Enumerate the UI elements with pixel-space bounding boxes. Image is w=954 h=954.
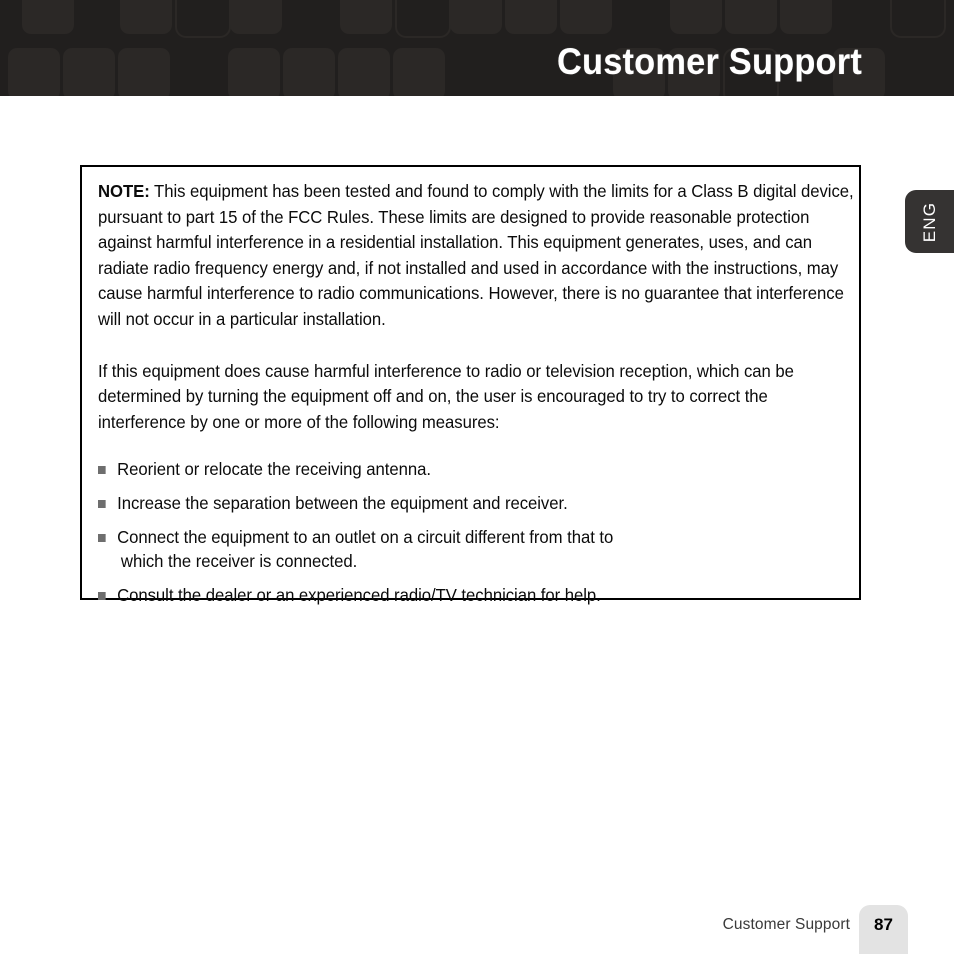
list-item: Consult the dealer or an experienced rad… xyxy=(98,583,876,607)
page-number: 87 xyxy=(874,915,893,934)
square-bullet-icon xyxy=(98,592,106,601)
list-item-text: Consult the dealer or an experienced rad… xyxy=(117,585,601,606)
language-tab-eng[interactable]: ENG xyxy=(905,190,954,253)
note-label: NOTE: xyxy=(98,181,150,201)
list-item-text-continuation: which the receiver is connected. xyxy=(120,551,358,572)
footer-section-label: Customer Support xyxy=(722,916,850,933)
square-bullet-icon xyxy=(98,466,106,475)
fcc-note-box: NOTE: This equipment has been tested and… xyxy=(80,165,861,605)
page-header: Customer Support xyxy=(0,0,954,96)
note-body: This equipment has been tested and found… xyxy=(98,181,854,329)
list-item: Connect the equipment to an outlet on a … xyxy=(98,525,876,573)
square-bullet-icon xyxy=(98,534,106,543)
fcc-interference-paragraph: If this equipment does cause harmful int… xyxy=(98,360,794,432)
page-title: Customer Support xyxy=(556,41,862,82)
list-item: Increase the separation between the equi… xyxy=(98,491,876,515)
list-item-text: Increase the separation between the equi… xyxy=(117,493,568,514)
square-bullet-icon xyxy=(98,500,106,509)
remedy-bullet-list: Reorient or relocate the receiving anten… xyxy=(98,457,841,607)
fcc-note-paragraph: NOTE: This equipment has been tested and… xyxy=(98,179,857,333)
list-item-text: Reorient or relocate the receiving anten… xyxy=(117,459,431,480)
page-number-badge: 87 xyxy=(859,905,908,954)
language-tab-label: ENG xyxy=(919,201,939,242)
list-item-text: Connect the equipment to an outlet on a … xyxy=(117,527,614,548)
list-item: Reorient or relocate the receiving anten… xyxy=(98,457,876,481)
